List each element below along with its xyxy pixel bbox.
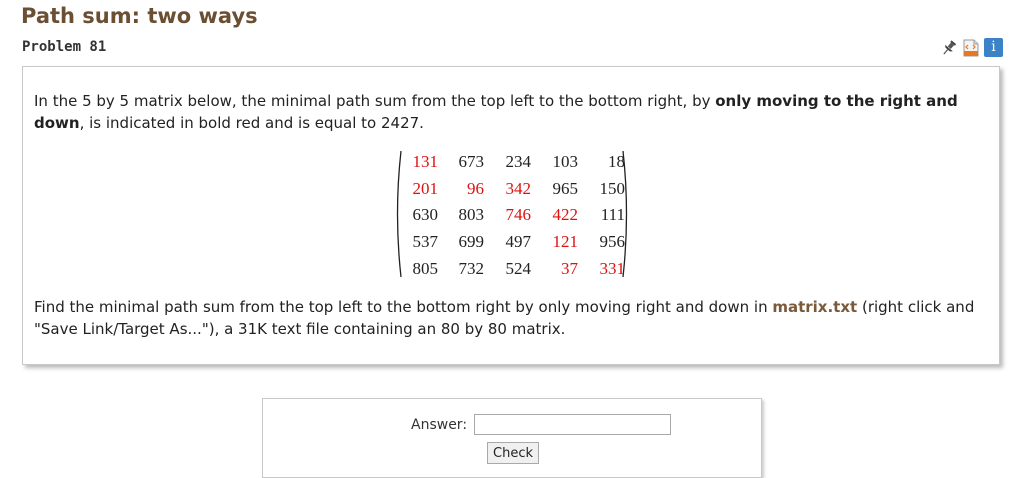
matrix-cell: 803 xyxy=(458,205,485,225)
matrix-cell: 630 xyxy=(412,205,439,225)
matrix-file-link[interactable]: matrix.txt xyxy=(772,298,857,316)
intro-text-1: In the 5 by 5 matrix below, the minimal … xyxy=(34,92,716,110)
html-file-icon[interactable] xyxy=(963,39,979,57)
page-title: Path sum: two ways xyxy=(21,4,258,28)
matrix-row: 805 732 524 37 331 xyxy=(402,255,626,282)
matrix-cell: 746 xyxy=(505,205,532,225)
matrix-cell: 537 xyxy=(412,232,439,252)
matrix-cell: 111 xyxy=(600,205,625,225)
matrix-row: 630 803 746 422 111 xyxy=(402,202,626,229)
matrix-cell: 37 xyxy=(561,258,578,278)
answer-form: Answer: Check xyxy=(262,398,762,478)
answer-label: Answer: xyxy=(411,417,468,433)
matrix-row: 537 699 497 121 956 xyxy=(402,229,626,256)
info-icon[interactable]: i xyxy=(984,38,1003,57)
matrix-cell: 131 xyxy=(412,152,439,172)
pin-icon[interactable] xyxy=(940,39,958,57)
matrix-cell: 422 xyxy=(552,205,579,225)
task-text-1: Find the minimal path sum from the top l… xyxy=(34,298,773,316)
matrix-cell: 18 xyxy=(608,152,625,172)
problem-statement: In the 5 by 5 matrix below, the minimal … xyxy=(22,66,1000,365)
matrix-cell: 331 xyxy=(599,258,626,278)
matrix-row: 131 673 234 103 18 xyxy=(402,149,626,176)
problem-label: Problem 81 xyxy=(22,39,107,55)
intro-paragraph: In the 5 by 5 matrix below, the minimal … xyxy=(34,90,984,134)
matrix-cell: 342 xyxy=(505,178,532,198)
problem-toolbar: i xyxy=(940,38,1003,57)
answer-input[interactable] xyxy=(474,414,671,435)
matrix-cell: 201 xyxy=(412,178,439,198)
matrix-cell: 103 xyxy=(552,152,579,172)
matrix-table: 131 673 234 103 18 201 96 342 965 150 630 803 746 422… xyxy=(402,149,626,282)
matrix-cell: 956 xyxy=(599,232,626,252)
matrix-cell: 732 xyxy=(458,258,485,278)
matrix-cell: 150 xyxy=(599,178,626,198)
matrix-cell: 121 xyxy=(552,232,579,252)
matrix-cell: 673 xyxy=(458,152,485,172)
matrix-cell: 524 xyxy=(505,258,532,278)
check-button[interactable]: Check xyxy=(487,442,539,464)
matrix-row: 201 96 342 965 150 xyxy=(402,176,626,203)
matrix-cell: 234 xyxy=(505,152,532,172)
matrix-cell: 965 xyxy=(552,178,579,198)
matrix-cell: 699 xyxy=(458,232,485,252)
matrix-cell: 805 xyxy=(412,258,439,278)
matrix: 131 673 234 103 18 201 96 342 965 150 630 803 746 422… xyxy=(394,149,630,279)
matrix-cell: 497 xyxy=(505,232,532,252)
matrix-cell: 96 xyxy=(467,178,484,198)
intro-text-2: , is indicated in bold red and is equal … xyxy=(79,114,424,132)
task-paragraph: Find the minimal path sum from the top l… xyxy=(34,296,984,340)
